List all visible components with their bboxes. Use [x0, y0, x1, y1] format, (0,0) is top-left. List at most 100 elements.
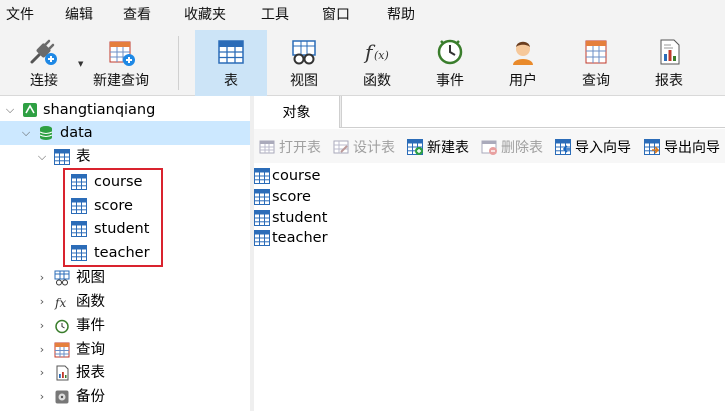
menu-tools[interactable]: 工具 — [261, 6, 289, 24]
menu-help[interactable]: 帮助 — [387, 6, 415, 24]
function-icon: f (x) — [361, 36, 393, 68]
object-toolbar: 打开表 设计表 新建表 删除表 导入向导 导出向导 — [254, 129, 725, 163]
menu-view[interactable]: 查看 — [123, 6, 151, 24]
import-wizard-label: 导入向导 — [575, 140, 631, 156]
query-icon — [54, 342, 70, 358]
query-icon — [580, 36, 612, 68]
tab-bar: 对象 — [254, 96, 725, 128]
chevron-right-icon[interactable]: › — [36, 320, 48, 332]
export-wizard-label: 导出向导 — [664, 140, 720, 156]
new-query-button[interactable]: 新建查询 — [88, 30, 154, 96]
object-item[interactable]: student — [254, 208, 327, 228]
delete-table-button[interactable]: 删除表 — [481, 138, 543, 156]
connect-button[interactable]: 连接 — [14, 30, 74, 96]
open-table-button[interactable]: 打开表 — [259, 138, 321, 156]
tree-backups-node[interactable]: › 备份 — [0, 385, 250, 409]
open-table-icon — [259, 139, 275, 155]
object-item[interactable]: teacher — [254, 228, 328, 248]
chevron-right-icon[interactable]: › — [36, 367, 48, 379]
tool-report-label: 报表 — [655, 73, 683, 89]
svg-text:fx: fx — [54, 296, 66, 310]
tool-view-button[interactable]: 视图 — [278, 30, 330, 96]
tool-view-label: 视图 — [290, 73, 318, 89]
tree-tables-node[interactable]: ⌵ 表 — [0, 145, 250, 169]
chevron-down-icon[interactable]: ⌵ — [4, 104, 16, 116]
new-table-icon — [407, 139, 423, 155]
menu-bar: 文件 编辑 查看 收藏夹 工具 窗口 帮助 — [0, 0, 725, 30]
chevron-right-icon[interactable]: › — [36, 344, 48, 356]
functions-node-label: 函数 — [76, 294, 105, 310]
new-query-label: 新建查询 — [93, 73, 149, 89]
queries-node-label: 查询 — [76, 342, 105, 358]
tree-reports-node[interactable]: › 报表 — [0, 361, 250, 385]
object-pane: 对象 打开表 设计表 新建表 删除表 导入向导 导出向导 course scor… — [254, 96, 725, 411]
connection-label: shangtianqiang — [43, 102, 156, 118]
highlight-box — [63, 168, 163, 267]
table-icon — [254, 210, 270, 226]
tables-node-label: 表 — [76, 149, 91, 165]
backups-node-label: 备份 — [76, 389, 105, 405]
view-icon — [288, 36, 320, 68]
table-icon — [254, 168, 270, 184]
tab-objects[interactable]: 对象 — [254, 96, 340, 128]
events-node-label: 事件 — [76, 318, 105, 334]
connect-label: 连接 — [30, 73, 58, 89]
delete-table-icon — [481, 139, 497, 155]
tool-user-label: 用户 — [509, 73, 537, 89]
design-table-icon — [333, 139, 349, 155]
object-item-label: course — [272, 168, 321, 184]
table-icon — [215, 36, 247, 68]
reports-node-label: 报表 — [76, 365, 105, 381]
menu-window[interactable]: 窗口 — [322, 6, 350, 24]
main-toolbar: 连接 ▼ 新建查询 表 视图 f (x) 函数 事件 用户 查询 报表 — [0, 30, 725, 96]
function-icon: fx — [54, 294, 70, 310]
chevron-right-icon[interactable]: › — [36, 391, 48, 403]
clock-icon — [54, 318, 70, 334]
chevron-right-icon[interactable]: › — [36, 272, 48, 284]
table-icon — [254, 189, 270, 205]
tool-event-button[interactable]: 事件 — [424, 30, 476, 96]
new-table-button[interactable]: 新建表 — [407, 138, 469, 156]
tree-views-node[interactable]: › 视图 — [0, 266, 250, 290]
tool-table-button[interactable]: 表 — [195, 30, 267, 96]
tool-report-button[interactable]: 报表 — [643, 30, 695, 96]
tool-query-label: 查询 — [582, 73, 610, 89]
tool-query-button[interactable]: 查询 — [570, 30, 622, 96]
open-table-label: 打开表 — [279, 140, 321, 156]
tab-bar-empty — [341, 96, 725, 127]
menu-file[interactable]: 文件 — [6, 6, 34, 24]
import-wizard-button[interactable]: 导入向导 — [555, 138, 631, 156]
object-item-label: student — [272, 210, 328, 226]
tree-queries-node[interactable]: › 查询 — [0, 338, 250, 362]
delete-table-label: 删除表 — [501, 140, 543, 156]
chevron-right-icon[interactable]: › — [36, 296, 48, 308]
chevron-down-icon[interactable]: ▼ — [78, 60, 83, 68]
view-icon — [54, 270, 70, 286]
table-icon — [254, 230, 270, 246]
report-icon — [653, 36, 685, 68]
chevron-down-icon[interactable]: ⌵ — [36, 151, 48, 163]
tool-function-button[interactable]: f (x) 函数 — [351, 30, 403, 96]
object-item-label: score — [272, 189, 311, 205]
design-table-button[interactable]: 设计表 — [333, 138, 395, 156]
export-icon — [644, 139, 660, 155]
database-label: data — [60, 125, 93, 141]
menu-edit[interactable]: 编辑 — [65, 6, 93, 24]
object-item[interactable]: course — [254, 166, 320, 186]
tree-connection[interactable]: ⌵ shangtianqiang — [0, 98, 250, 122]
table-icon — [54, 149, 70, 165]
object-item[interactable]: score — [254, 187, 311, 207]
export-wizard-button[interactable]: 导出向导 — [644, 138, 720, 156]
import-icon — [555, 139, 571, 155]
toolbar-divider — [178, 36, 179, 90]
tool-user-button[interactable]: 用户 — [497, 30, 549, 96]
tree-functions-node[interactable]: › fx 函数 — [0, 290, 250, 314]
menu-favorites[interactable]: 收藏夹 — [184, 6, 226, 24]
tree-database[interactable]: ⌵ data — [0, 121, 250, 145]
database-icon — [38, 125, 54, 141]
chevron-down-icon[interactable]: ⌵ — [20, 127, 32, 139]
tab-objects-label: 对象 — [282, 105, 311, 121]
tree-events-node[interactable]: › 事件 — [0, 314, 250, 338]
user-icon — [507, 36, 539, 68]
design-table-label: 设计表 — [353, 140, 395, 156]
